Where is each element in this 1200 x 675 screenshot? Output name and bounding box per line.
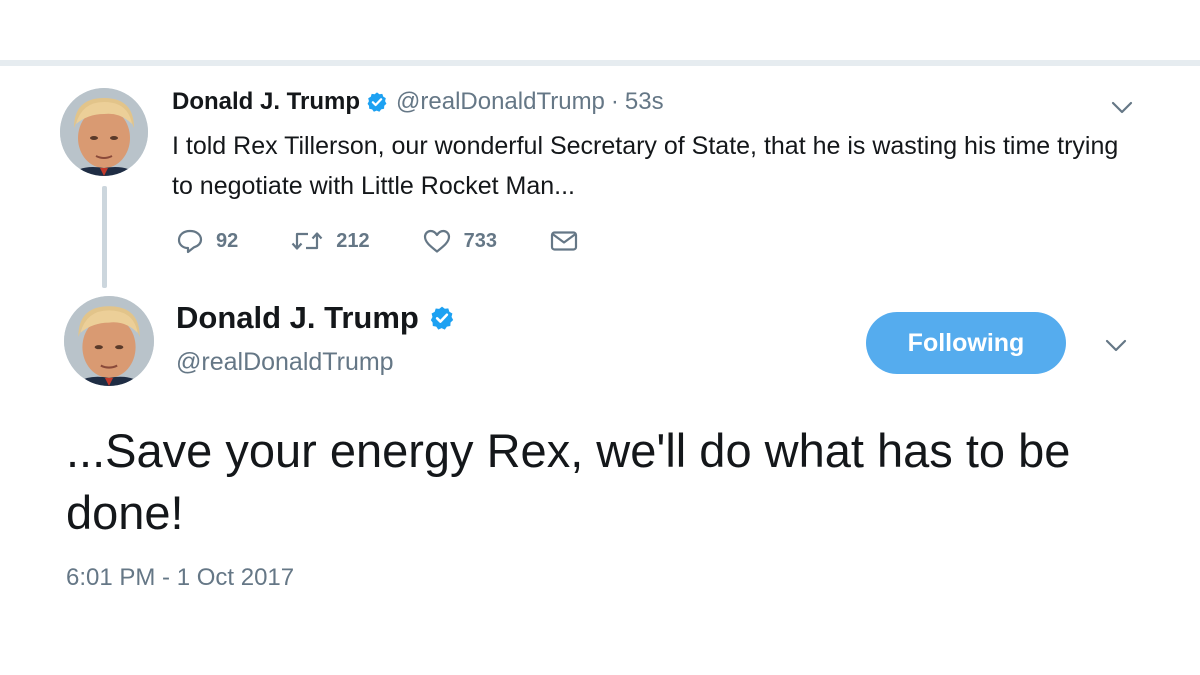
direct-message-button[interactable] [549,228,591,254]
thread-connector-line [102,186,107,288]
top-divider [0,60,1200,66]
parent-author-handle[interactable]: @realDonaldTrump [396,88,605,116]
verified-badge-icon [366,91,388,113]
parent-tweet-header: Donald J. Trump @realDonaldTrump · 53s [172,88,664,116]
main-author-handle[interactable]: @realDonaldTrump [176,348,394,377]
reply-icon [176,228,216,254]
like-count: 733 [463,229,497,252]
reply-button[interactable]: 92 [176,228,238,254]
retweet-icon [290,228,336,254]
parent-tweet-text: I told Rex Tillerson, our wonderful Secr… [172,132,1119,200]
verified-badge-icon [429,305,455,331]
parent-author-name[interactable]: Donald J. Trump [172,88,360,116]
like-button[interactable]: 733 [422,228,497,254]
main-tweet-text: ...Save your energy Rex, we'll do what h… [66,424,1071,539]
chevron-down-icon[interactable] [1104,338,1128,354]
tweet-timestamp[interactable]: 6:01 PM - 1 Oct 2017 [66,564,294,592]
tweet-actions-bar: 92 212 733 [176,228,643,254]
avatar[interactable] [60,88,148,176]
like-icon [422,228,464,254]
chevron-down-icon[interactable] [1110,100,1134,116]
parent-tweet-age[interactable]: 53s [625,88,664,116]
tweet-thread-card: Donald J. Trump @realDonaldTrump · 53s I… [0,0,1200,675]
avatar[interactable] [64,296,154,386]
direct-message-icon [549,228,591,254]
separator-dot: · [610,88,619,115]
main-author-name[interactable]: Donald J. Trump [176,300,419,336]
main-tweet-header: Donald J. Trump [176,300,463,336]
following-button[interactable]: Following [866,312,1066,374]
retweet-count: 212 [336,229,370,252]
reply-count: 92 [216,229,239,252]
retweet-button[interactable]: 212 [290,228,370,254]
